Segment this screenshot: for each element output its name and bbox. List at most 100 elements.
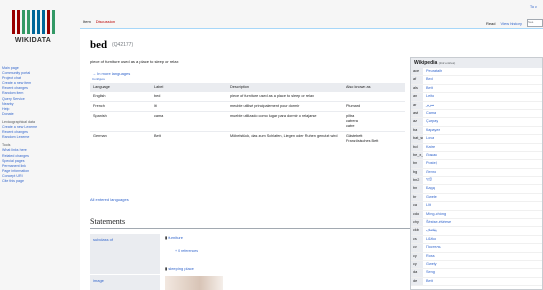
statement-value-furniture[interactable]: ▮ furniture bbox=[165, 235, 183, 240]
tab-read[interactable]: Read bbox=[486, 21, 496, 26]
terms-cell-aka[interactable]: Gästebett Französisches Bett bbox=[343, 131, 405, 146]
sitelink-title[interactable]: Bett bbox=[423, 278, 433, 285]
terms-cell-aka[interactable] bbox=[343, 91, 405, 102]
user-link[interactable]: To ε bbox=[530, 4, 537, 9]
logo-text: WIKIDATA bbox=[14, 37, 52, 44]
terms-cell-aka[interactable]: Plumard bbox=[343, 101, 405, 112]
sitelink-title[interactable]: Mìng-chòng bbox=[423, 211, 446, 218]
sitelink-title[interactable]: پێخەف bbox=[423, 227, 437, 234]
sitelink-code: be_x_old bbox=[411, 151, 423, 160]
terms-row: Spanish cama mueble utilizado como lugar p… bbox=[90, 111, 405, 132]
sitelink-row: cdo Mìng-chòng bbox=[411, 210, 542, 220]
sitelink-row: bn2 খাট bbox=[411, 177, 542, 186]
sitelink-row: be_x_oldЛожак bbox=[411, 151, 542, 161]
sitelink-row: bat_smgLova bbox=[411, 135, 542, 144]
sitelink-title[interactable]: Llit bbox=[423, 202, 431, 209]
terms-cell-label[interactable]: bed bbox=[151, 91, 227, 102]
sitelink-title[interactable]: Lůžko bbox=[423, 236, 436, 243]
sitelink-row: bcl Katre bbox=[411, 143, 542, 152]
sitelink-title[interactable]: Seng bbox=[423, 269, 435, 276]
col-also-known-as: Also known as bbox=[343, 83, 405, 92]
image-thumbnail[interactable] bbox=[165, 276, 223, 290]
sitelink-title[interactable]: Lova bbox=[423, 135, 434, 142]
wikipedia-sitelinks: Wikipedia (112 entries) ace Peurataih af Be… bbox=[410, 57, 543, 290]
sitelink-title[interactable]: Gwely bbox=[423, 261, 437, 268]
all-entered-languages-link[interactable]: All entered languages bbox=[90, 197, 129, 202]
sitelink-title[interactable]: Легло bbox=[423, 169, 436, 176]
sidebar: Main page Community portal Project chat Cre… bbox=[2, 66, 72, 184]
col-description: Description bbox=[227, 83, 343, 92]
sitelink-title[interactable]: Cama bbox=[423, 110, 436, 117]
sitelink-title[interactable]: Gwele bbox=[423, 194, 437, 201]
sitelink-code: br bbox=[411, 193, 423, 202]
sitelink-title[interactable]: Leito bbox=[423, 93, 434, 100]
terms-cell-lang: English bbox=[90, 91, 151, 102]
terms-cell-label[interactable]: Bett bbox=[151, 131, 227, 146]
sitelink-title[interactable]: Bett bbox=[423, 85, 433, 92]
terms-cell-desc[interactable]: meuble utilisé principalement pour dormi… bbox=[227, 101, 343, 112]
sitelink-row: da Seng bbox=[411, 269, 542, 278]
search-input[interactable]: Sea bbox=[527, 19, 543, 27]
sitelink-row: cv Постель bbox=[411, 244, 542, 253]
references-toggle[interactable]: + 0 references bbox=[175, 249, 198, 253]
logo-bars bbox=[10, 10, 56, 34]
logo-bar bbox=[21, 10, 25, 34]
property-label[interactable]: image bbox=[93, 278, 104, 283]
sitelink-code: bcl bbox=[411, 143, 423, 151]
sitelink-title[interactable]: Posteļ bbox=[423, 160, 437, 167]
wikipedia-heading: Wikipedia (112 entries) bbox=[411, 58, 542, 68]
sitelink-code: af bbox=[411, 76, 423, 84]
main-content: bed (Q42177) piece of furniture used as … bbox=[80, 28, 543, 290]
wikidata-logo[interactable]: WIKIDATA bbox=[10, 10, 56, 54]
sitelink-code: an bbox=[411, 93, 423, 101]
sitelink-title[interactable]: Постель bbox=[423, 244, 441, 251]
wikipedia-count: (112 entries) bbox=[438, 61, 456, 65]
logo-bar bbox=[41, 10, 45, 34]
tab-view-history[interactable]: View history bbox=[501, 21, 523, 26]
sitelink-code: chy bbox=[411, 219, 423, 227]
sitelink-row: ast Cama bbox=[411, 109, 542, 119]
sitelink-title[interactable]: Peurataih bbox=[423, 68, 442, 75]
sitelink-code: ar bbox=[411, 101, 423, 109]
configure-link[interactable]: Configure bbox=[92, 77, 105, 81]
terms-cell-desc[interactable]: mueble utilizado como lugar para dormir … bbox=[227, 111, 343, 132]
sidebar-nav: Main page Community portal Project chat Cre… bbox=[2, 66, 72, 117]
terms-cell-label[interactable]: lit bbox=[151, 101, 227, 112]
terms-table: Language Label Description Also known as… bbox=[90, 83, 405, 146]
sitelink-title[interactable]: Šėstse-éšéese bbox=[423, 219, 451, 226]
tab-item[interactable]: Item bbox=[83, 19, 91, 24]
terms-cell-desc[interactable]: piece of furniture used as a place to sl… bbox=[227, 91, 343, 102]
terms-cell-desc[interactable]: Möbelstück, das zum Schlafen, Liegen ode… bbox=[227, 131, 343, 146]
sitelink-code: da bbox=[411, 269, 423, 277]
sitelink-row: ca Llit bbox=[411, 202, 542, 211]
terms-cell-aka[interactable]: piltra catrera catre bbox=[343, 111, 405, 132]
sitelink-title[interactable]: سرير bbox=[423, 102, 434, 109]
sidebar-tools-link[interactable]: Cite this page bbox=[2, 179, 72, 184]
sitelink-code: cdo bbox=[411, 210, 423, 219]
terms-row: French lit meuble utilisé principalement p… bbox=[90, 101, 405, 112]
logo-bar bbox=[16, 10, 20, 34]
sitelink-row: cs Lůžko bbox=[411, 235, 542, 245]
sitelink-row: de Bett bbox=[411, 277, 542, 287]
terms-cell-label[interactable]: cama bbox=[151, 111, 227, 132]
in-more-languages-link[interactable]: → In more languages bbox=[92, 71, 130, 76]
sitelink-row: br Gwele bbox=[411, 193, 542, 203]
sitelink-code: ba bbox=[411, 126, 423, 135]
sitelink-title[interactable]: খাট bbox=[423, 177, 432, 184]
property-label[interactable]: subclass of bbox=[93, 237, 113, 242]
sidebar-lexeme: Create a new Lexeme Recent changes Random … bbox=[2, 125, 72, 140]
sidebar-nav-link[interactable]: Donate bbox=[2, 112, 72, 117]
sitelink-title[interactable]: Katre bbox=[423, 144, 435, 151]
statement-value-sleeping-place[interactable]: ▮ sleeping place bbox=[165, 266, 194, 271]
sitelink-row: chy Šėstse-éšéese bbox=[411, 219, 542, 228]
sitelink-row: az Çərpay bbox=[411, 118, 542, 127]
sitelink-title[interactable]: Ross bbox=[423, 253, 435, 260]
sidebar-lexeme-link[interactable]: Random Lexeme bbox=[2, 135, 72, 140]
tab-discussion[interactable]: Discussion bbox=[96, 19, 115, 24]
sitelink-title[interactable]: Бард bbox=[423, 185, 435, 192]
terms-header-row: Language Label Description Also known as bbox=[90, 83, 405, 92]
sitelink-title[interactable]: Bed bbox=[423, 76, 433, 83]
sitelink-title[interactable]: Карауат bbox=[423, 127, 440, 134]
sitelink-title[interactable]: Çərpay bbox=[423, 118, 438, 125]
sitelink-title[interactable]: Ложак bbox=[423, 152, 437, 159]
